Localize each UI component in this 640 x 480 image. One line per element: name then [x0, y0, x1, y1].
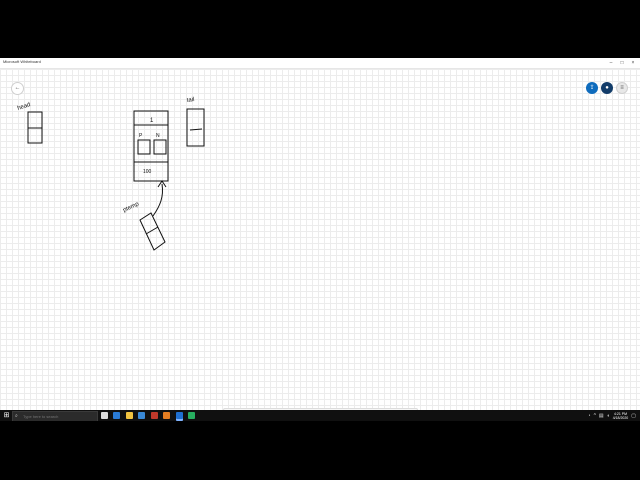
task-view-icon[interactable]: [101, 412, 108, 419]
label-data-one: 1: [150, 118, 154, 124]
app-icon-red[interactable]: [151, 412, 158, 419]
more-icon: ≡: [620, 85, 624, 91]
clock[interactable]: 4:21 PM 4/18/2020: [613, 412, 629, 420]
people-icon[interactable]: ◔: [588, 413, 591, 419]
settings-menu-button[interactable]: ≡: [616, 82, 628, 94]
clock-time: 4:21 PM: [613, 411, 627, 416]
taskbar-search[interactable]: ⌕: [12, 411, 98, 421]
network-icon[interactable]: ▤: [599, 413, 604, 419]
app-title: Microsoft Whiteboard: [3, 59, 41, 64]
label-p: P: [139, 133, 143, 139]
file-explorer-icon[interactable]: [126, 412, 133, 419]
chevron-up-icon[interactable]: ^: [594, 413, 596, 419]
notification-icon[interactable]: ▢: [631, 413, 636, 419]
avatar: ●: [605, 85, 609, 91]
whiteboard-task-icon[interactable]: [176, 412, 183, 419]
label-n: N: [156, 133, 160, 139]
windows-taskbar: ⊞ ⌕ ◔ ^ ▤ ◖ 4:21 PM 4/18/2020 ▢: [0, 410, 640, 421]
chrome-icon[interactable]: [188, 412, 195, 419]
windows-icon[interactable]: ⊞: [2, 410, 11, 421]
label-address: 100: [143, 169, 152, 175]
back-button[interactable]: ←: [11, 82, 24, 95]
app-window: Microsoft Whiteboard – □ × head tail pte…: [0, 58, 640, 421]
volume-icon[interactable]: ◖: [607, 413, 610, 419]
maximize-button[interactable]: □: [618, 58, 626, 68]
label-tail: tail: [186, 97, 194, 104]
label-head: head: [17, 102, 32, 112]
search-icon: ⌕: [15, 413, 18, 419]
share-icon: ⇪: [589, 85, 595, 91]
minimize-button[interactable]: –: [607, 58, 615, 68]
whiteboard-canvas[interactable]: head tail ptemp 1 P N 100 ← ⇪ ● ≡ ✎: [0, 69, 640, 421]
edge-icon[interactable]: [113, 412, 120, 419]
back-arrow-icon: ←: [14, 85, 21, 91]
clock-date: 4/18/2020: [612, 415, 629, 420]
label-ptemp: ptemp: [122, 201, 140, 214]
ink-labels: head tail ptemp 1 P N 100: [17, 97, 195, 214]
firefox-icon[interactable]: [163, 412, 170, 419]
system-tray: ◔ ^ ▤ ◖ 4:21 PM 4/18/2020 ▢: [588, 410, 636, 421]
store-icon[interactable]: [138, 412, 145, 419]
account-button[interactable]: ●: [601, 82, 613, 94]
title-bar: Microsoft Whiteboard – □ ×: [0, 58, 640, 69]
share-button[interactable]: ⇪: [586, 82, 598, 94]
search-input[interactable]: [23, 412, 93, 421]
close-button[interactable]: ×: [629, 58, 637, 68]
